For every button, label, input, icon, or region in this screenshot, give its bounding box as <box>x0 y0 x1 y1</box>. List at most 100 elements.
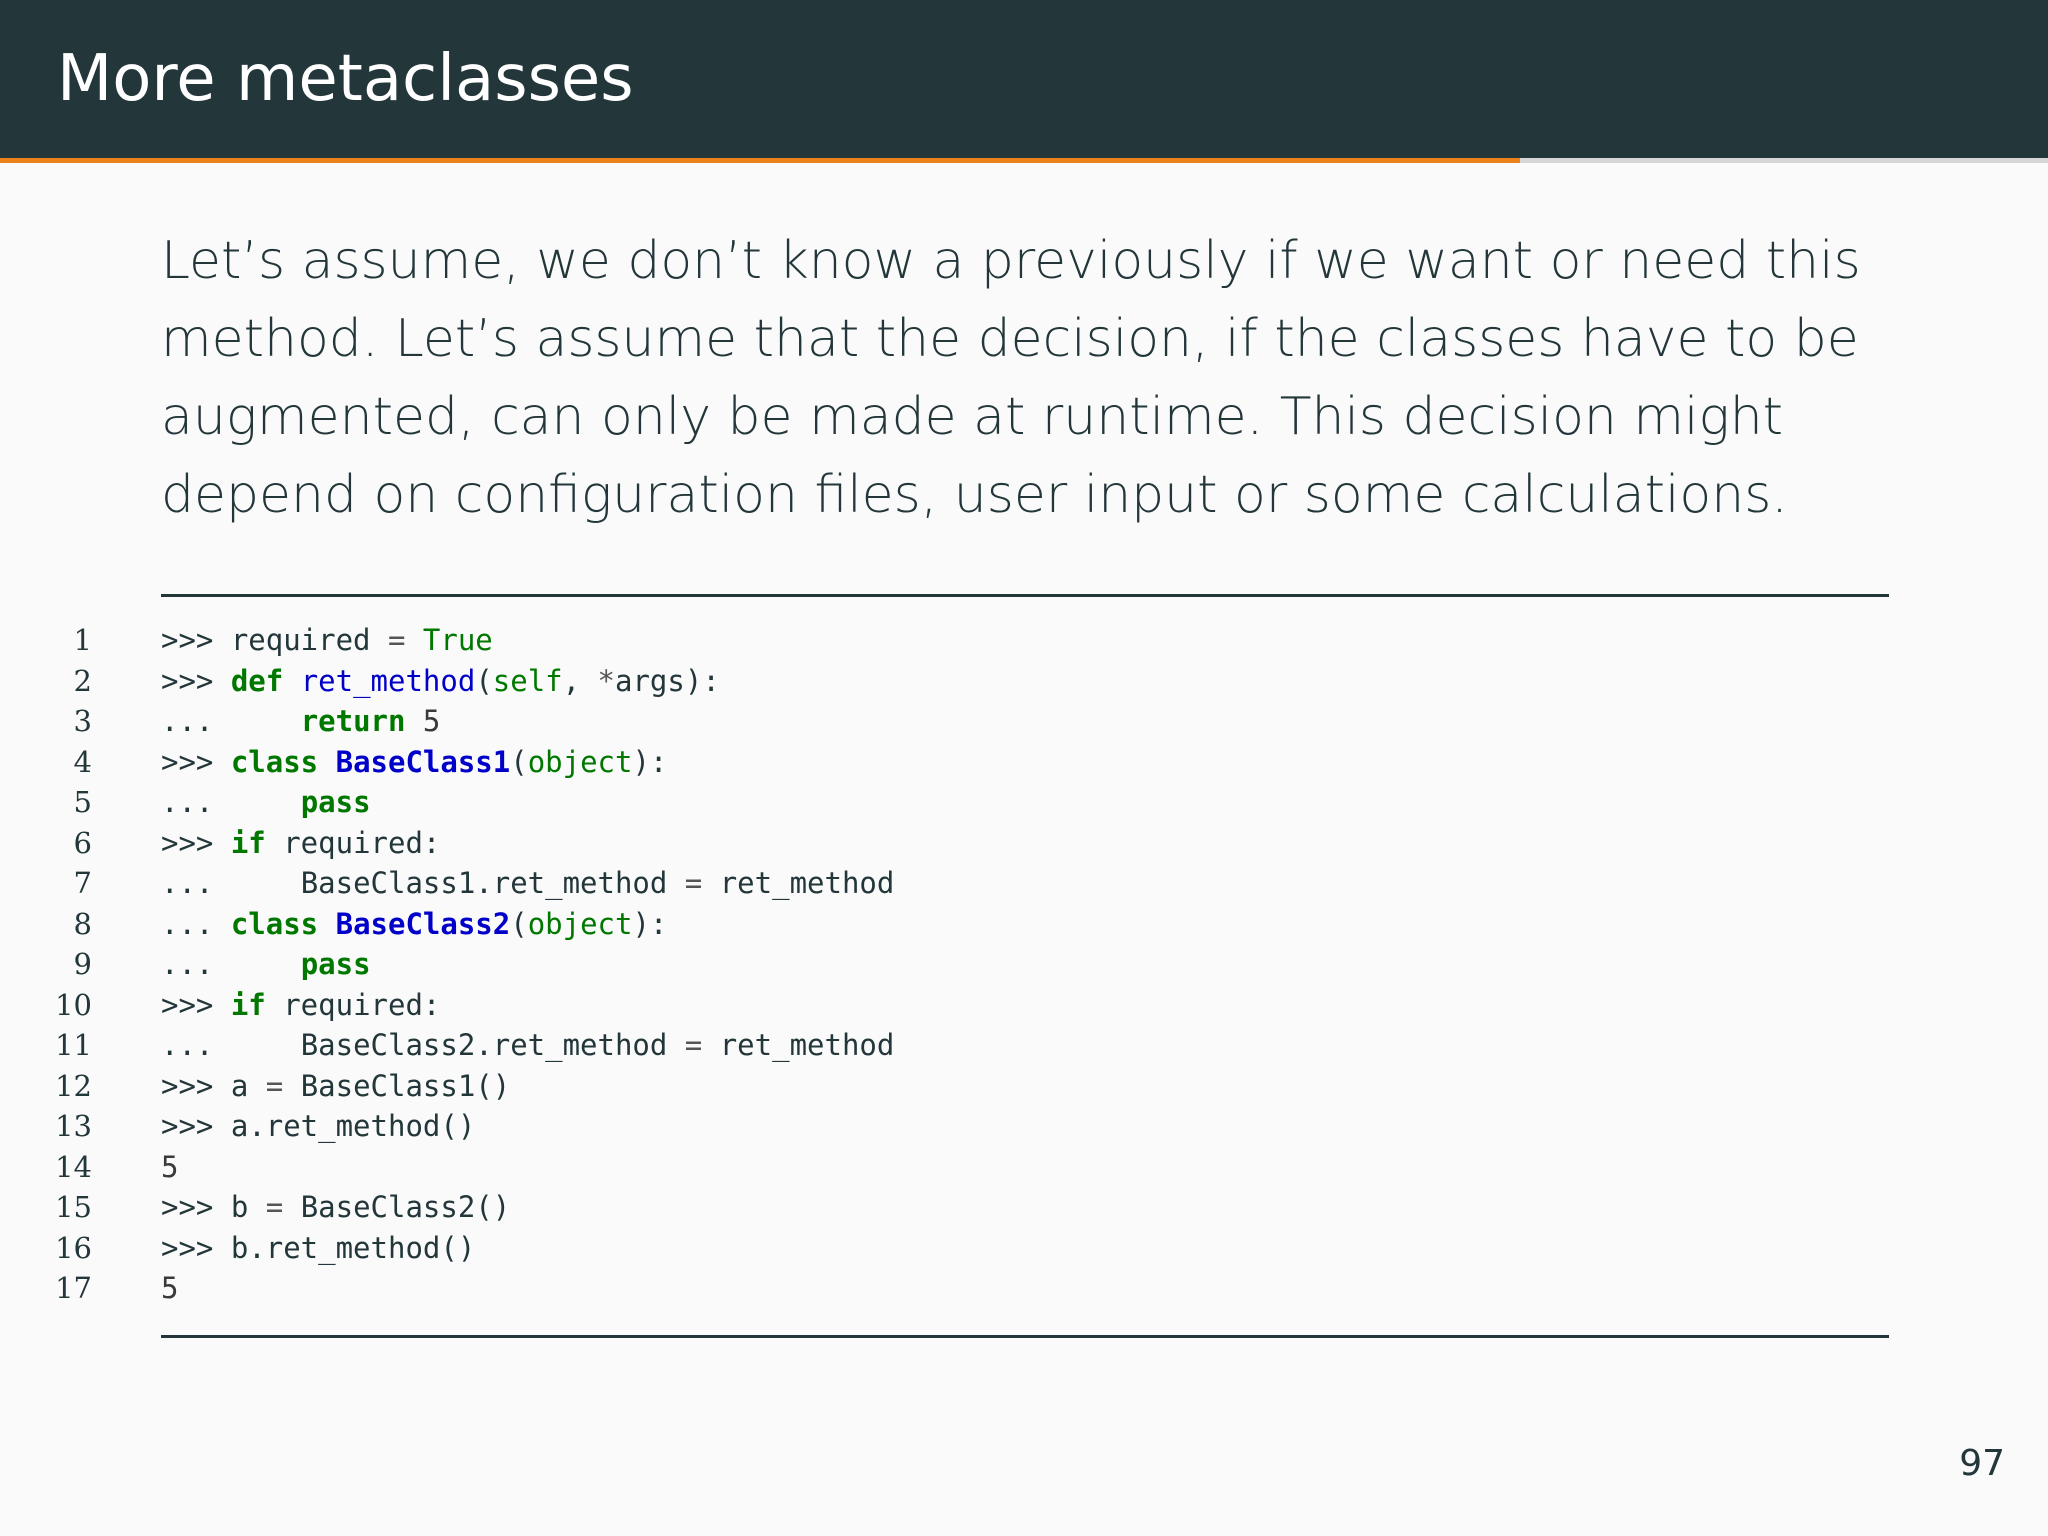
code-token: >>> <box>161 1190 231 1224</box>
code-line: 9... pass <box>0 944 2048 985</box>
line-number: 12 <box>55 1068 92 1103</box>
code-line: 7 ... BaseClass1.ret_method = ret_method <box>0 863 2048 904</box>
code-line: 13 >>> a.ret_method() <box>0 1106 2048 1147</box>
line-number: 11 <box>55 1028 92 1062</box>
code-token: ret_method <box>702 866 895 900</box>
code-token: b <box>230 1190 266 1224</box>
code-token: BaseClass2 <box>335 906 511 941</box>
progress-bar <box>0 158 2048 163</box>
code-token: 5 <box>161 1149 179 1184</box>
code-line: 12 >>> a = BaseClass1() <box>0 1066 2048 1107</box>
code-line: 6 >>> if required: <box>0 823 2048 864</box>
progress-bar-fill <box>0 158 1520 163</box>
code-token: ... <box>161 947 301 981</box>
code-token: = <box>684 866 703 900</box>
line-number: 6 <box>73 825 92 860</box>
code-token: ( <box>475 663 493 698</box>
line-number: 5 <box>73 785 92 819</box>
code-token: ... <box>161 1028 301 1062</box>
code-text: >>> if required: <box>161 823 440 864</box>
code-token: self <box>492 663 563 698</box>
paragraph-line: method. Let’s assume that the decision, … <box>161 309 1859 369</box>
line-number: 16 <box>55 1230 92 1265</box>
code-token: ret_method <box>300 663 476 698</box>
code-token: >>> <box>161 663 231 698</box>
code-text: ... return 5 <box>161 701 440 742</box>
line-number: 4 <box>73 744 92 779</box>
code-token: >>> <box>161 623 231 657</box>
code-line: 5... pass <box>0 782 2048 823</box>
code-token: pass <box>300 947 371 981</box>
code-text: ... BaseClass1.ret_method = ret_method <box>161 863 894 904</box>
code-token: object <box>527 906 633 941</box>
code-token: ( <box>510 744 528 779</box>
code-token: if <box>230 825 266 860</box>
code-token: * <box>597 663 616 698</box>
code-line: 2 >>> def ret_method(self, *args): <box>0 661 2048 702</box>
code-token: b.ret_method() <box>230 1230 476 1265</box>
code-token: ... <box>161 704 301 738</box>
code-token: if <box>230 987 266 1022</box>
line-number: 13 <box>55 1109 92 1143</box>
code-token: BaseClass2.ret_method <box>300 1028 685 1062</box>
code-token: = <box>265 1190 284 1224</box>
code-line: 11 ... BaseClass2.ret_method = ret_method <box>0 1025 2048 1066</box>
code-token: required: <box>265 825 441 860</box>
line-number: 2 <box>73 663 92 698</box>
code-token: a.ret_method() <box>230 1109 476 1143</box>
line-number: 15 <box>55 1190 92 1224</box>
code-token: required: <box>265 987 441 1022</box>
slide-title: More metaclasses <box>57 42 634 116</box>
code-line: 15 >>> b = BaseClass2() <box>0 1187 2048 1228</box>
code-line: 4 >>> class BaseClass1(object): <box>0 742 2048 783</box>
code-line: 8... class BaseClass2(object): <box>0 904 2048 945</box>
paragraph-line: Let’s assume, we don’t know a previously… <box>161 231 1861 291</box>
code-token: BaseClass1() <box>283 1068 511 1103</box>
code-line: 10 >>> if required: <box>0 985 2048 1026</box>
code-token: ( <box>510 906 528 941</box>
code-token: ): <box>632 744 668 779</box>
code-bottom-rule <box>161 1335 1889 1338</box>
code-token: 5 <box>422 704 441 738</box>
code-text: ... pass <box>161 944 371 985</box>
line-number: 7 <box>73 866 92 900</box>
code-text: ... BaseClass2.ret_method = ret_method <box>161 1025 894 1066</box>
paragraph-line: augmented, can only be made at runtime. … <box>161 387 1784 447</box>
code-token: >>> <box>161 987 231 1022</box>
code-text: >>> if required: <box>161 985 440 1026</box>
code-text: >>> b = BaseClass2() <box>161 1187 510 1228</box>
code-text: 5 <box>161 1147 178 1188</box>
code-token: class <box>230 906 319 941</box>
code-token: def <box>230 663 284 698</box>
code-token: class <box>230 744 319 779</box>
code-token: = <box>387 623 406 657</box>
code-listing: 1 >>> required = True 2 >>> def ret_method(… <box>0 620 2048 1309</box>
slide-header: More metaclasses <box>0 0 2048 158</box>
line-number: 17 <box>55 1271 92 1305</box>
page-number: 97 <box>1959 1443 2005 1484</box>
code-text: >>> required = True <box>161 620 493 661</box>
body-paragraph: Let’s assume, we don’t know a previously… <box>161 222 1961 534</box>
code-text: >>> class BaseClass1(object): <box>161 742 667 783</box>
code-token: >>> <box>161 825 231 860</box>
line-number: 14 <box>55 1149 92 1184</box>
line-number: 1 <box>73 623 92 657</box>
code-text: >>> a = BaseClass1() <box>161 1066 510 1107</box>
code-token: a <box>230 1068 266 1103</box>
code-token: >>> <box>161 1230 231 1265</box>
code-text: ... class BaseClass2(object): <box>161 904 667 945</box>
code-text: >>> b.ret_method() <box>161 1228 475 1269</box>
code-token: = <box>684 1028 703 1062</box>
code-token: BaseClass1.ret_method <box>300 866 685 900</box>
code-token: BaseClass1 <box>335 744 511 779</box>
code-token: ... <box>161 785 301 819</box>
code-line: 1 >>> required = True <box>0 620 2048 661</box>
code-token: >>> <box>161 1068 231 1103</box>
code-text: 5 <box>161 1268 178 1309</box>
code-token: ): <box>632 906 668 941</box>
code-token: , <box>562 663 598 698</box>
code-top-rule <box>161 594 1889 597</box>
